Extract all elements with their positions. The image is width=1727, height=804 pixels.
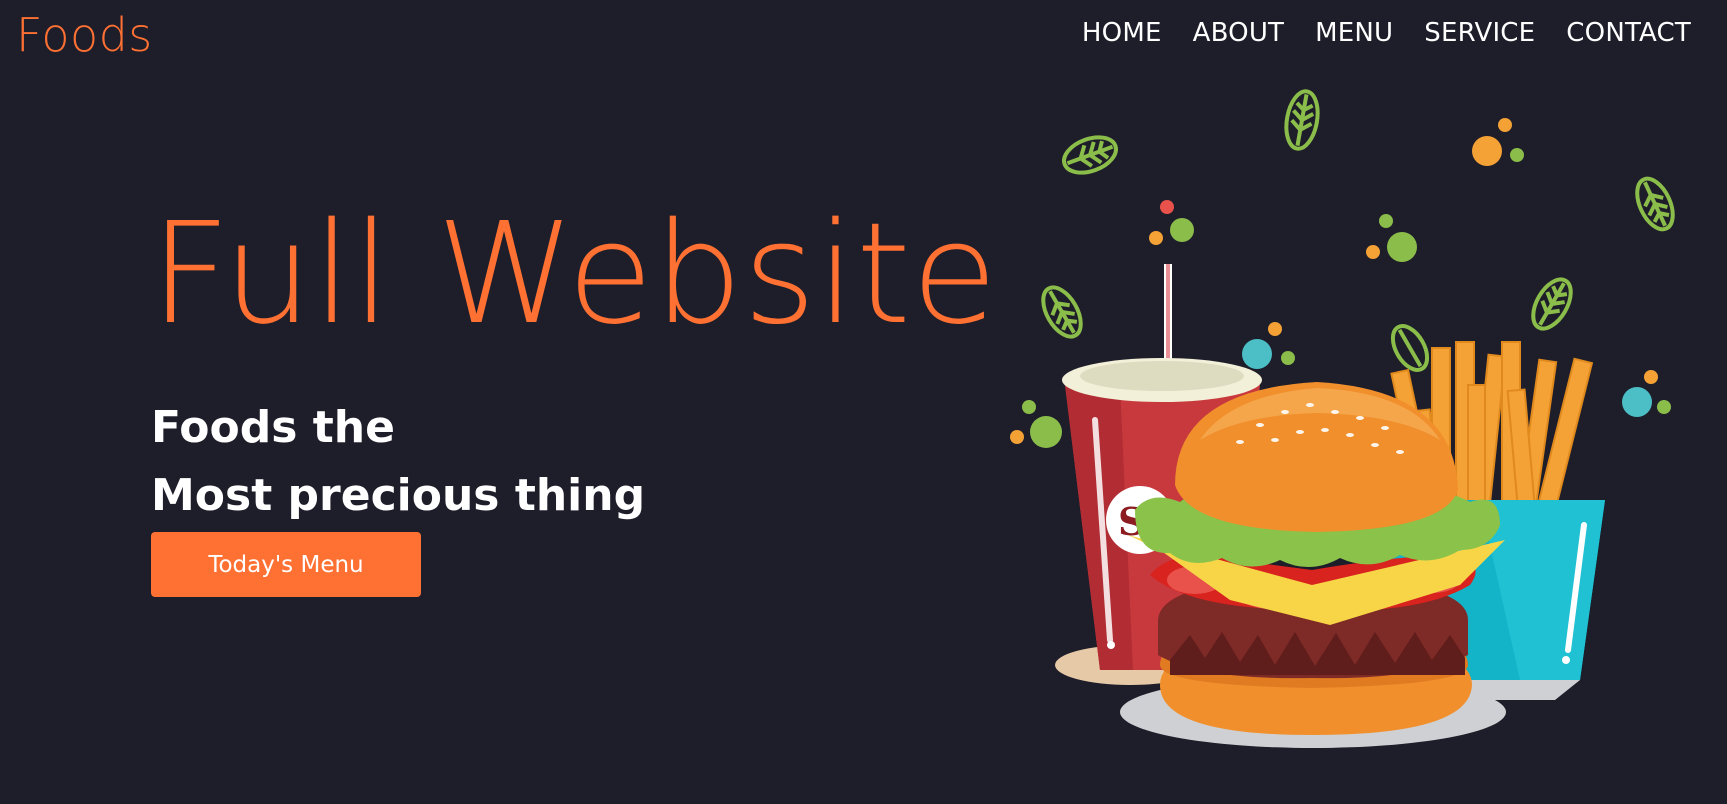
hero-tagline-line2: Most precious thing	[151, 470, 646, 521]
hero-title: Full Website	[150, 193, 998, 356]
nav-item-contact[interactable]: CONTACT	[1566, 18, 1691, 48]
main-nav: HOME ABOUT MENU SERVICE CONTACT	[1082, 18, 1691, 48]
landing-page: Foods HOME ABOUT MENU SERVICE CONTACT Fu…	[0, 0, 1727, 804]
hero-tagline-line1: Foods the	[151, 402, 395, 453]
nav-item-about[interactable]: ABOUT	[1193, 18, 1285, 48]
nav-item-menu[interactable]: MENU	[1315, 18, 1393, 48]
food-illustration: S	[1010, 89, 1675, 748]
todays-menu-button[interactable]: Today's Menu	[151, 532, 421, 597]
brand-logo[interactable]: Foods	[16, 8, 153, 62]
nav-item-home[interactable]: HOME	[1082, 18, 1162, 48]
nav-item-service[interactable]: SERVICE	[1424, 18, 1535, 48]
